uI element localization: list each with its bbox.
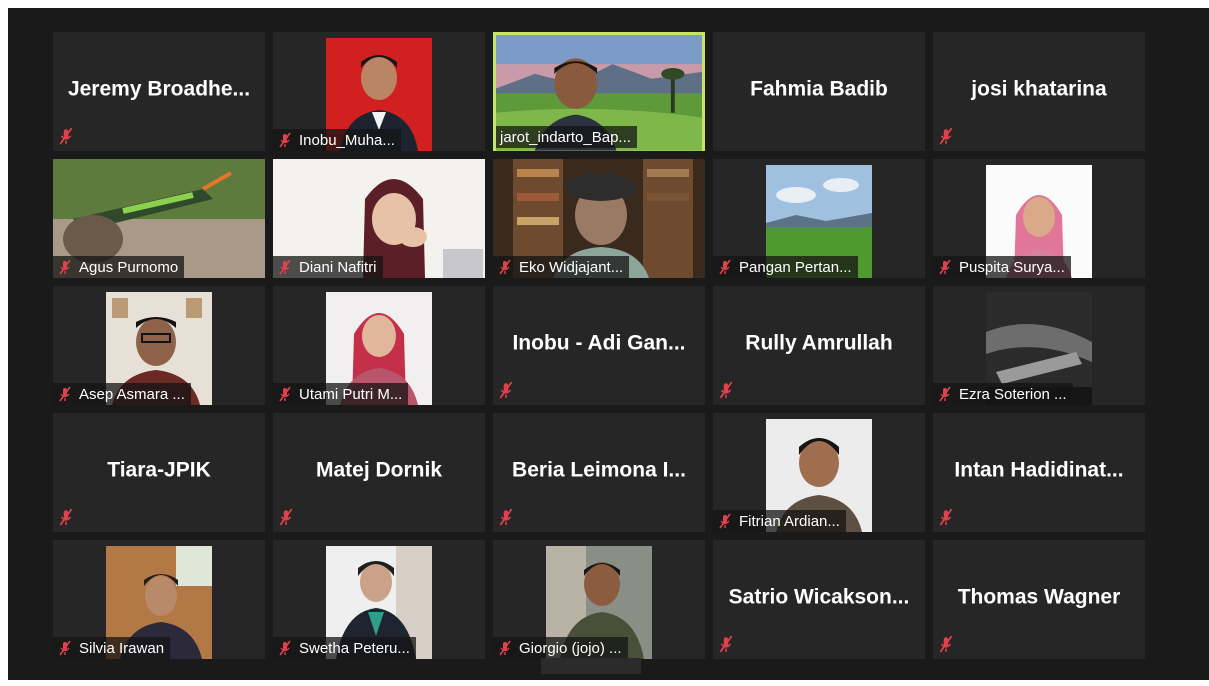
microphone-muted-icon [279, 259, 291, 275]
participant-tile[interactable]: Puspita Surya... [933, 159, 1145, 278]
microphone-muted-icon [719, 259, 731, 275]
participant-tile[interactable]: Satrio Wicakson... [713, 540, 925, 659]
participant-tile[interactable]: Inobu_Muha... [273, 32, 485, 151]
participant-tile[interactable]: Agus Purnomo [53, 159, 265, 278]
participant-label: Agus Purnomo [53, 256, 185, 278]
microphone-muted-icon [499, 508, 513, 526]
participant-label: Giorgio (jojo) ... [493, 637, 628, 659]
toolbar-handle[interactable] [541, 658, 641, 674]
participant-name: jarot_indarto_Bap... [500, 128, 631, 146]
participant-label: Inobu_Muha... [273, 129, 401, 151]
microphone-muted-icon [499, 381, 513, 399]
participant-label: Utami Putri M... [273, 383, 409, 405]
participant-tile[interactable]: Asep Asmara ... [53, 286, 265, 405]
microphone-muted-icon [59, 640, 71, 656]
participant-name: Thomas Wagner [957, 585, 1121, 609]
participant-name: Tiara-JPIK [107, 458, 211, 482]
participant-tile[interactable]: josi khatarina [933, 32, 1145, 151]
participant-label: Asep Asmara ... [53, 383, 191, 405]
microphone-muted-icon [939, 635, 953, 653]
participant-name: Asep Asmara ... [79, 385, 185, 403]
microphone-muted-icon [719, 635, 733, 653]
microphone-muted-icon [59, 259, 71, 275]
participant-name: Swetha Peteru... [299, 639, 410, 657]
participant-label: Swetha Peteru... [273, 637, 416, 659]
microphone-muted-icon [279, 508, 293, 526]
participant-tile[interactable]: Silvia Irawan [53, 540, 265, 659]
participant-tile[interactable]: Inobu - Adi Gan... [493, 286, 705, 405]
participant-label: Eko Widjajant... [493, 256, 630, 278]
gallery-view: Jeremy Broadhe... Inobu_Muha... jarot_in… [53, 32, 1145, 659]
participant-name: Agus Purnomo [79, 258, 179, 276]
microphone-muted-icon [499, 640, 511, 656]
participant-name: Pangan Pertan... [739, 258, 852, 276]
participant-tile[interactable]: Ezra Soterion ... [933, 286, 1145, 405]
microphone-muted-icon [719, 381, 733, 399]
participant-name: Intan Hadidinat... [954, 458, 1124, 482]
microphone-muted-icon [939, 386, 951, 402]
participant-name: Fahmia Badib [750, 77, 888, 101]
participant-name: Rully Amrullah [745, 331, 893, 355]
participant-name: Beria Leimona I... [512, 458, 686, 482]
microphone-muted-icon [59, 508, 73, 526]
participant-label: Fitrian Ardian... [713, 510, 846, 532]
participant-label: jarot_indarto_Bap... [496, 126, 637, 148]
participant-name: Jeremy Broadhe... [67, 77, 251, 101]
participant-tile[interactable]: Jeremy Broadhe... [53, 32, 265, 151]
participant-tile[interactable]: Fahmia Badib [713, 32, 925, 151]
participant-name: Ezra Soterion ... [959, 385, 1067, 403]
microphone-muted-icon [59, 127, 73, 145]
participant-name: Inobu_Muha... [299, 131, 395, 149]
participant-label: Puspita Surya... [933, 256, 1071, 278]
participant-label: Ezra Soterion ... [933, 383, 1073, 405]
microphone-muted-icon [279, 640, 291, 656]
participant-name: Fitrian Ardian... [739, 512, 840, 530]
participant-tile[interactable]: Intan Hadidinat... [933, 413, 1145, 532]
microphone-muted-icon [719, 513, 731, 529]
participant-name: Satrio Wicakson... [728, 585, 910, 609]
participant-tile[interactable]: Rully Amrullah [713, 286, 925, 405]
microphone-muted-icon [499, 259, 511, 275]
participant-tile[interactable]: Thomas Wagner [933, 540, 1145, 659]
participant-name: Puspita Surya... [959, 258, 1065, 276]
participant-name: Giorgio (jojo) ... [519, 639, 622, 657]
participant-tile[interactable]: Swetha Peteru... [273, 540, 485, 659]
participant-tile[interactable]: Giorgio (jojo) ... [493, 540, 705, 659]
participant-label: Pangan Pertan... [713, 256, 858, 278]
participant-name: Utami Putri M... [299, 385, 403, 403]
participant-name: Eko Widjajant... [519, 258, 624, 276]
microphone-muted-icon [939, 259, 951, 275]
participant-tile[interactable]: Pangan Pertan... [713, 159, 925, 278]
microphone-muted-icon [939, 127, 953, 145]
participant-name: Matej Dornik [315, 458, 443, 482]
microphone-muted-icon [939, 508, 953, 526]
participant-name: Silvia Irawan [79, 639, 165, 657]
participant-tile[interactable]: Tiara-JPIK [53, 413, 265, 532]
participant-tile[interactable]: Beria Leimona I... [493, 413, 705, 532]
participant-label: Diani Nafitri [273, 256, 383, 278]
participant-label: Silvia Irawan [53, 637, 171, 659]
participant-name: Diani Nafitri [299, 258, 377, 276]
microphone-muted-icon [59, 386, 71, 402]
participant-tile[interactable]: Eko Widjajant... [493, 159, 705, 278]
participant-tile-active-speaker[interactable]: jarot_indarto_Bap... [493, 32, 705, 151]
participant-tile[interactable]: Fitrian Ardian... [713, 413, 925, 532]
microphone-muted-icon [279, 132, 291, 148]
participant-tile[interactable]: Diani Nafitri [273, 159, 485, 278]
participant-name: Inobu - Adi Gan... [512, 331, 686, 355]
participant-tile[interactable]: Matej Dornik [273, 413, 485, 532]
microphone-muted-icon [279, 386, 291, 402]
meeting-window: Jeremy Broadhe... Inobu_Muha... jarot_in… [8, 8, 1209, 680]
participant-tile[interactable]: Utami Putri M... [273, 286, 485, 405]
participant-name: josi khatarina [971, 77, 1107, 101]
